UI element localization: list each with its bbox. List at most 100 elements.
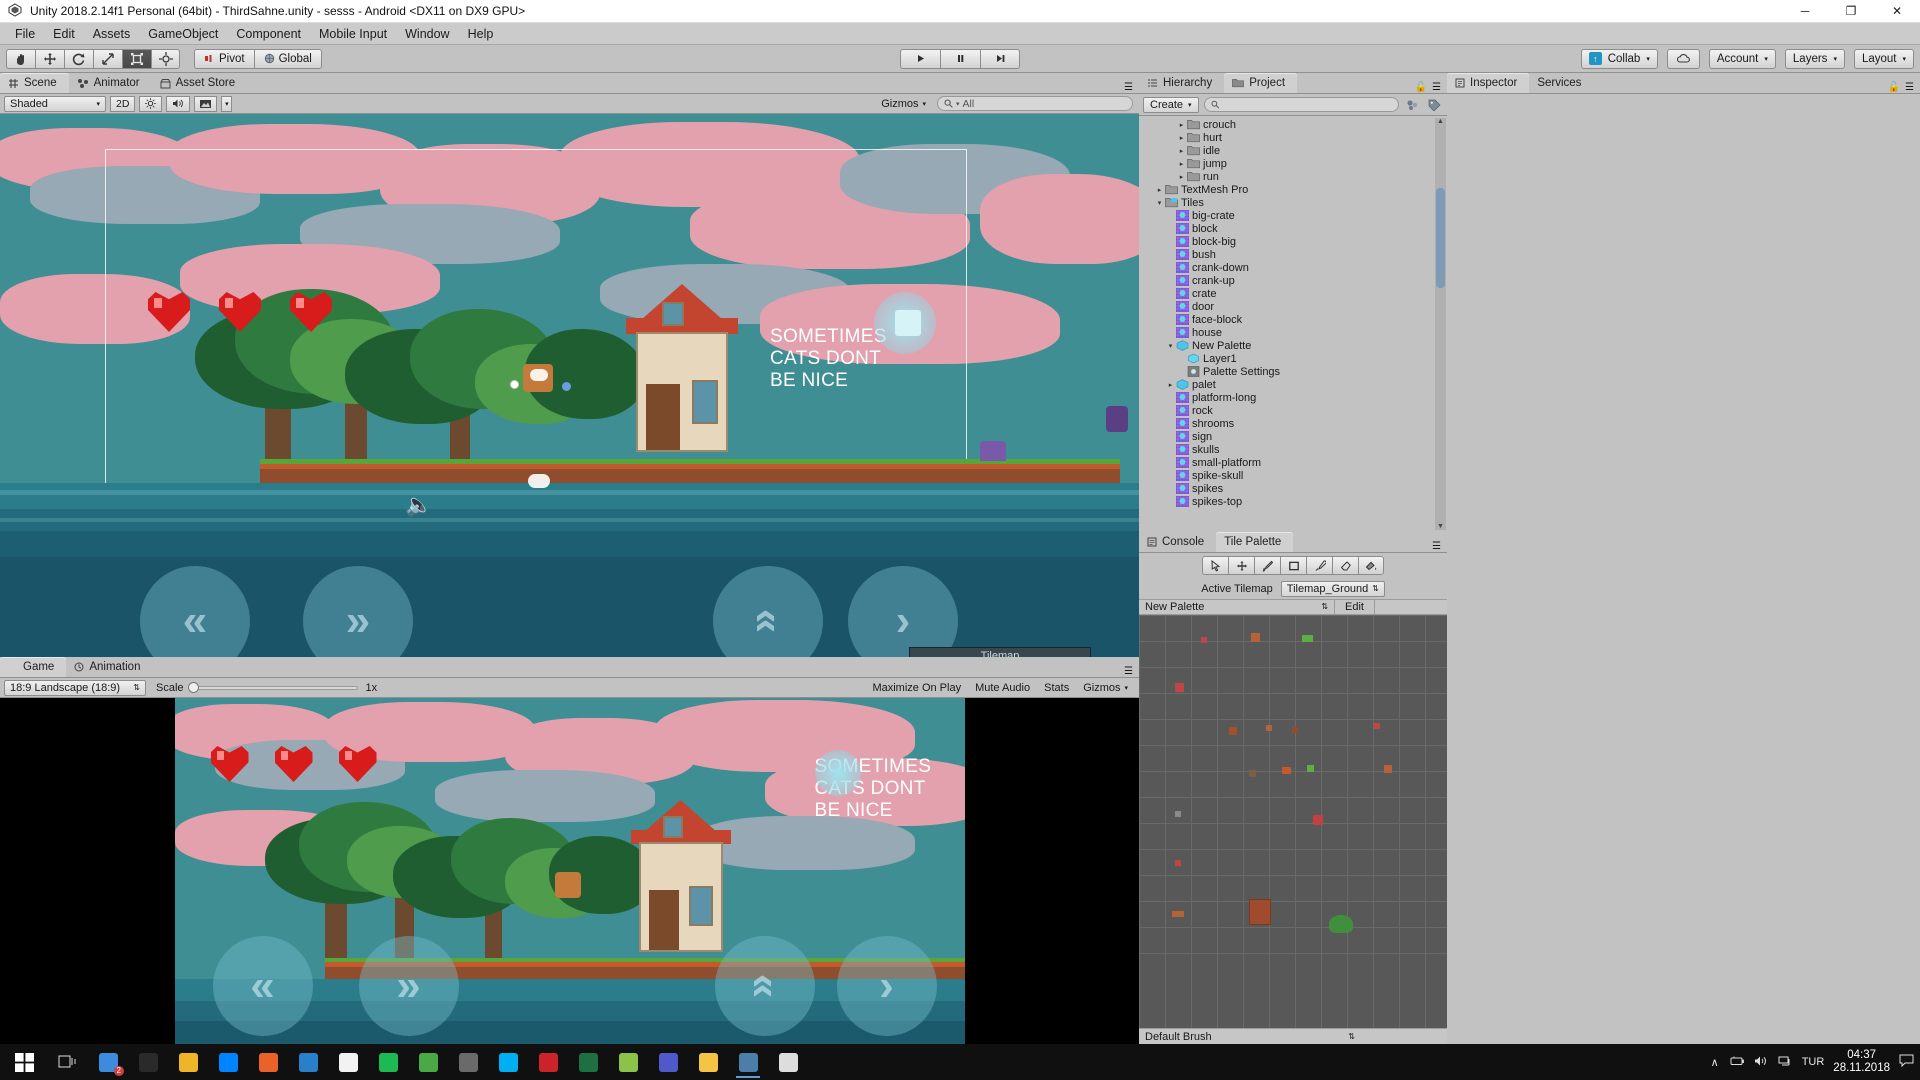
taskbar-app-chrome[interactable]: 2 [88, 1044, 128, 1080]
palette-tile[interactable] [1307, 764, 1314, 772]
palette-edit-button[interactable]: Edit [1335, 599, 1375, 614]
create-button[interactable]: Create ▾ [1143, 96, 1199, 113]
palette-tile[interactable] [1175, 810, 1181, 817]
tilemap-focus-popup[interactable]: Tilemap Focus On None ⇅ [909, 647, 1091, 657]
play-button[interactable] [900, 48, 940, 69]
mute-audio-button[interactable]: Mute Audio [968, 678, 1037, 698]
chevron-down-icon[interactable]: ▾ [1154, 199, 1165, 207]
lighting-toggle[interactable] [139, 95, 163, 112]
palette-tile[interactable] [1374, 722, 1380, 729]
chevron-right-icon[interactable]: ▸ [1165, 381, 1176, 389]
tab-game[interactable]: Game [0, 657, 67, 677]
rotate-tool[interactable] [64, 48, 93, 69]
tab-animation[interactable]: Animation [66, 657, 152, 677]
palette-tile[interactable] [1175, 859, 1181, 866]
scale-tool[interactable] [93, 48, 122, 69]
project-tree-item[interactable]: sign [1139, 430, 1447, 443]
chevron-right-icon[interactable]: ▸ [1176, 160, 1187, 168]
project-tree-item[interactable]: ▸ TextMesh Pro [1139, 183, 1447, 196]
select-tool[interactable] [1202, 556, 1228, 575]
menu-gameobject[interactable]: GameObject [139, 23, 227, 45]
inspector-lock-icon[interactable]: 🔓 [1888, 82, 1900, 93]
project-tree-item[interactable]: door [1139, 300, 1447, 313]
palette-tile[interactable] [1266, 724, 1272, 731]
project-tree-item[interactable]: ▸ run [1139, 170, 1447, 183]
palette-tile[interactable] [1313, 814, 1323, 825]
game-touch-left[interactable]: « [212, 936, 313, 1036]
task-view-icon[interactable] [48, 1044, 88, 1080]
project-tree-item[interactable]: spike-skull [1139, 469, 1447, 482]
chevron-right-icon[interactable]: ▸ [1154, 186, 1165, 194]
project-tree-item[interactable]: shrooms [1139, 417, 1447, 430]
taskbar-app-skype[interactable] [488, 1044, 528, 1080]
palette-tile[interactable] [1282, 766, 1291, 774]
aspect-ratio-dropdown[interactable]: 18:9 Landscape (18:9) ⇅ [4, 679, 146, 696]
menu-mobile-input[interactable]: Mobile Input [310, 23, 396, 45]
project-tree-item[interactable]: Layer1 [1139, 352, 1447, 365]
chevron-right-icon[interactable]: ▸ [1176, 134, 1187, 142]
gizmo-handle[interactable] [510, 380, 519, 389]
palette-tile[interactable] [1302, 634, 1313, 642]
scene-view[interactable]: SOMETIMES CATS DONT BE NICE 🔈 « » « › Ti… [0, 114, 1139, 657]
maximize-on-play-button[interactable]: Maximize On Play [865, 678, 968, 698]
layers-button[interactable]: Layers ▾ [1784, 48, 1845, 69]
tab-project[interactable]: Project [1224, 73, 1298, 93]
palette-tile-house[interactable] [1249, 898, 1271, 925]
project-tree-item[interactable]: ▸ crouch [1139, 118, 1447, 131]
rect-tool[interactable] [122, 48, 151, 69]
filter-label-icon[interactable] [1426, 97, 1443, 113]
project-tree-item[interactable]: rock [1139, 404, 1447, 417]
project-tree-item[interactable]: crank-down [1139, 261, 1447, 274]
taskbar-app-photos[interactable] [448, 1044, 488, 1080]
project-tree-item[interactable]: ▾ Tiles [1139, 196, 1447, 209]
scene-panel-menu-icon[interactable]: ☰ [1124, 82, 1133, 93]
palette-tile[interactable] [1172, 910, 1184, 917]
brush-dropdown[interactable]: Default Brush ⇅ [1139, 1031, 1361, 1043]
scroll-down-arrow[interactable]: ▼ [1437, 523, 1444, 530]
shading-mode-dropdown[interactable]: Shaded ▾ [4, 95, 106, 112]
collab-button[interactable]: ↑ Collab ▾ [1580, 48, 1658, 69]
scrollbar-thumb[interactable] [1436, 188, 1445, 288]
project-tree-item[interactable]: small-platform [1139, 456, 1447, 469]
project-tree-item[interactable]: spikes-top [1139, 495, 1447, 508]
project-tree[interactable]: ▸ crouch ▸ hurt ▸ idle ▸ jump ▸ run ▸ TextMesh Pro ▾… [1139, 116, 1447, 532]
layout-button[interactable]: Layout ▾ [1853, 48, 1914, 69]
flood-fill-tool[interactable] [1358, 556, 1384, 575]
menu-window[interactable]: Window [396, 23, 458, 45]
eraser-tool[interactable] [1332, 556, 1358, 575]
project-tree-item[interactable]: bush [1139, 248, 1447, 261]
pause-button[interactable] [940, 48, 980, 69]
maximize-button[interactable]: ❐ [1828, 0, 1874, 23]
project-tree-item[interactable]: face-block [1139, 313, 1447, 326]
taskbar-app-excel[interactable] [568, 1044, 608, 1080]
project-tree-item[interactable]: ▾ New Palette [1139, 339, 1447, 352]
project-tree-item[interactable]: ▸ idle [1139, 144, 1447, 157]
taskbar-app-editor[interactable] [688, 1044, 728, 1080]
tray-chevron-icon[interactable]: ∧ [1711, 1056, 1719, 1069]
menu-assets[interactable]: Assets [84, 23, 140, 45]
project-tree-item[interactable]: house [1139, 326, 1447, 339]
scene-gizmos-button[interactable]: Gizmos ▾ [874, 94, 933, 114]
palette-grid[interactable] [1139, 614, 1447, 1028]
transform-tool[interactable] [151, 48, 180, 69]
move-tool[interactable] [35, 48, 64, 69]
clock[interactable]: 04:37 28.11.2018 [1833, 1049, 1890, 1075]
windows-start-icon[interactable] [0, 1044, 48, 1080]
taskbar-app-spotify[interactable] [368, 1044, 408, 1080]
palette-tile[interactable] [1175, 682, 1184, 692]
palette-tile[interactable] [1249, 769, 1256, 777]
palette-tile[interactable] [1384, 764, 1392, 773]
lock-icon[interactable]: 🔓 [1415, 82, 1427, 93]
tab-animator[interactable]: Animator [69, 73, 152, 93]
game-touch-action[interactable]: › [836, 936, 937, 1036]
inspector-menu-icon[interactable]: ☰ [1905, 82, 1914, 93]
audio-toggle[interactable] [166, 95, 191, 112]
notification-icon[interactable] [1899, 1054, 1914, 1070]
game-touch-right[interactable]: » [358, 936, 459, 1036]
taskbar-app-paint-net[interactable] [608, 1044, 648, 1080]
account-button[interactable]: Account ▾ [1708, 48, 1776, 69]
project-tree-item[interactable]: crank-up [1139, 274, 1447, 287]
project-tree-item[interactable]: block-big [1139, 235, 1447, 248]
picker-tool[interactable] [1306, 556, 1332, 575]
taskbar-app-volume-app[interactable] [768, 1044, 808, 1080]
